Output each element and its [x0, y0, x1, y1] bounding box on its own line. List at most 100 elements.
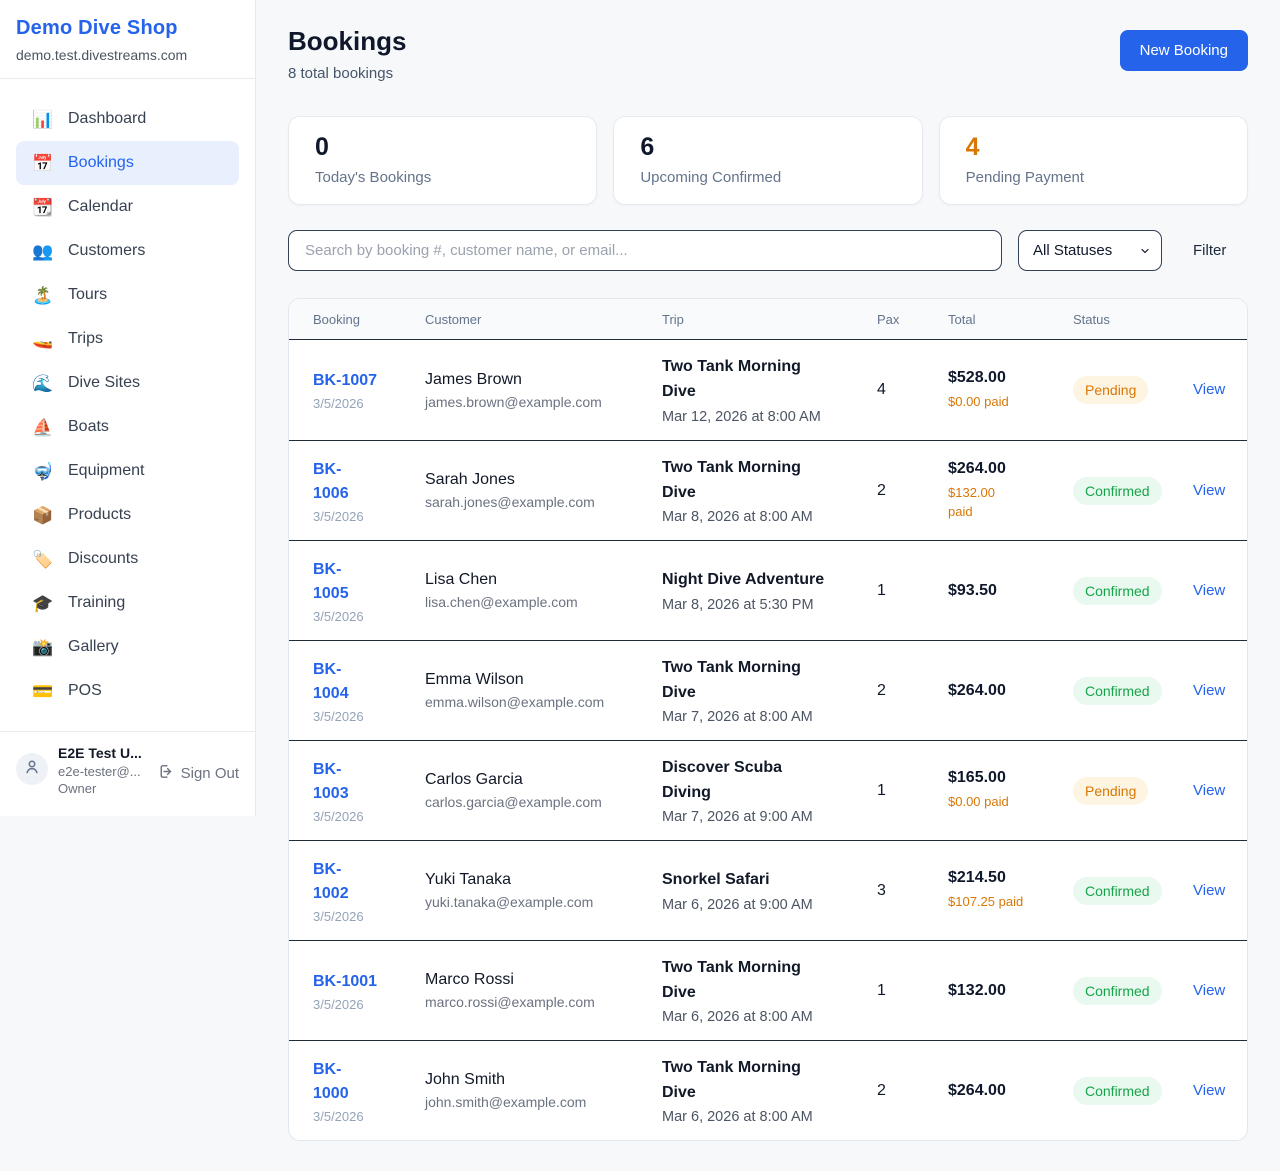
column-header-customer: Customer [425, 312, 662, 327]
sidebar-item-dive-sites[interactable]: 🌊 Dive Sites [16, 361, 239, 405]
table-row: BK- 1004 3/5/2026 Emma Wilson emma.wilso… [289, 640, 1247, 740]
speedboat-icon: 🚤 [32, 331, 52, 348]
sidebar-item-label: Trips [68, 330, 103, 348]
stat-card: 6 Upcoming Confirmed [613, 116, 922, 205]
view-link[interactable]: View [1193, 1082, 1225, 1099]
search-input[interactable] [288, 230, 1002, 271]
sign-out-button[interactable]: Sign Out [157, 763, 239, 784]
status-cell: Confirmed [1073, 577, 1193, 605]
table-row: BK-1007 3/5/2026 James Brown james.brown… [289, 340, 1247, 440]
actions-cell: View [1193, 782, 1225, 800]
sidebar-item-label: Tours [68, 286, 107, 304]
status-badge: Confirmed [1073, 677, 1162, 705]
sidebar-item-label: Boats [68, 418, 109, 436]
sidebar-item-label: Products [68, 506, 131, 524]
booking-date: 3/5/2026 [313, 809, 425, 824]
customer-cell: Sarah Jones sarah.jones@example.com [425, 471, 662, 510]
customer-email: john.smith@example.com [425, 1094, 662, 1110]
column-header-total: Total [948, 312, 1073, 327]
pax-count: 2 [877, 682, 948, 700]
sign-out-icon [157, 763, 174, 784]
customer-email: yuki.tanaka@example.com [425, 894, 662, 910]
customer-name: Carlos Garcia [425, 771, 662, 789]
customer-name: Emma Wilson [425, 671, 662, 689]
view-link[interactable]: View [1193, 882, 1225, 899]
booking-id-link[interactable]: BK- 1005 [313, 558, 349, 606]
sidebar-item-training[interactable]: 🎓 Training [16, 581, 239, 625]
booking-cell: BK-1001 3/5/2026 [313, 970, 425, 1012]
pax-count: 3 [877, 882, 948, 900]
trip-datetime: Mar 7, 2026 at 9:00 AM [662, 809, 877, 825]
sidebar-item-trips[interactable]: 🚤 Trips [16, 317, 239, 361]
view-link[interactable]: View [1193, 782, 1225, 799]
customer-name: Yuki Tanaka [425, 871, 662, 889]
actions-cell: View [1193, 682, 1225, 700]
people-icon: 👥 [32, 243, 52, 260]
booking-id-link[interactable]: BK- 1000 [313, 1058, 349, 1106]
sidebar-item-bookings[interactable]: 📅 Bookings [16, 141, 239, 185]
actions-cell: View [1193, 1082, 1225, 1100]
pax-count: 2 [877, 1082, 948, 1100]
sidebar-item-calendar[interactable]: 📆 Calendar [16, 185, 239, 229]
sidebar-item-tours[interactable]: 🏝️ Tours [16, 273, 239, 317]
sidebar-nav: 📊 Dashboard 📅 Bookings 📆 Calendar 👥 Cust… [0, 79, 255, 717]
pax-count: 2 [877, 482, 948, 500]
customer-email: lisa.chen@example.com [425, 594, 662, 610]
status-select[interactable]: All Statuses [1018, 230, 1162, 271]
sidebar-item-boats[interactable]: ⛵ Boats [16, 405, 239, 449]
booking-id-link[interactable]: BK- 1006 [313, 458, 349, 506]
sidebar-item-discounts[interactable]: 🏷️ Discounts [16, 537, 239, 581]
sidebar-item-customers[interactable]: 👥 Customers [16, 229, 239, 273]
page-title: Bookings [288, 26, 406, 57]
total-cell: $264.00 [948, 682, 1073, 700]
view-link[interactable]: View [1193, 982, 1225, 999]
table-header-row: Booking Customer Trip Pax Total Status [289, 299, 1247, 340]
booking-id-link[interactable]: BK- 1002 [313, 858, 349, 906]
booking-cell: BK- 1006 3/5/2026 [313, 458, 425, 524]
view-link[interactable]: View [1193, 482, 1225, 499]
trip-name: Snorkel Safari [662, 868, 877, 893]
trip-cell: Two Tank Morning Dive Mar 8, 2026 at 8:0… [662, 456, 877, 526]
stat-value: 4 [966, 133, 1221, 162]
sidebar-item-gallery[interactable]: 📸 Gallery [16, 625, 239, 669]
total-amount: $214.50 [948, 869, 1073, 887]
total-cell: $165.00 $0.00 paid [948, 769, 1073, 812]
sidebar-item-pos[interactable]: 💳 POS [16, 669, 239, 713]
page-header-text: Bookings 8 total bookings [288, 26, 406, 82]
sidebar-item-dashboard[interactable]: 📊 Dashboard [16, 97, 239, 141]
booking-id-link[interactable]: BK-1007 [313, 369, 377, 393]
booking-cell: BK-1007 3/5/2026 [313, 369, 425, 411]
trip-name: Two Tank Morning Dive [662, 656, 877, 706]
status-badge: Confirmed [1073, 577, 1162, 605]
view-link[interactable]: View [1193, 381, 1225, 398]
sidebar-item-label: POS [68, 682, 102, 700]
booking-id-link[interactable]: BK- 1003 [313, 758, 349, 806]
view-link[interactable]: View [1193, 682, 1225, 699]
pax-count: 1 [877, 782, 948, 800]
sidebar-item-label: Calendar [68, 198, 133, 216]
booking-date: 3/5/2026 [313, 609, 425, 624]
booking-id-link[interactable]: BK- 1004 [313, 658, 349, 706]
customer-cell: Lisa Chen lisa.chen@example.com [425, 571, 662, 610]
actions-cell: View [1193, 381, 1225, 399]
trip-datetime: Mar 6, 2026 at 8:00 AM [662, 1009, 877, 1025]
trip-name: Discover Scuba Diving [662, 756, 877, 806]
total-cell: $132.00 [948, 982, 1073, 1000]
person-icon [23, 758, 41, 781]
filter-button[interactable]: Filter [1193, 242, 1226, 259]
user-info: E2E Test U... e2e-tester@... Owner [58, 745, 147, 796]
booking-date: 3/5/2026 [313, 509, 425, 524]
sidebar-item-products[interactable]: 📦 Products [16, 493, 239, 537]
avatar [16, 753, 48, 785]
user-name: E2E Test U... [58, 745, 147, 761]
total-cell: $528.00 $0.00 paid [948, 369, 1073, 412]
booking-date: 3/5/2026 [313, 997, 425, 1012]
view-link[interactable]: View [1193, 582, 1225, 599]
booking-id-link[interactable]: BK-1001 [313, 970, 377, 994]
new-booking-button[interactable]: New Booking [1120, 30, 1248, 71]
trip-datetime: Mar 12, 2026 at 8:00 AM [662, 409, 877, 425]
customer-name: Sarah Jones [425, 471, 662, 489]
customer-name: John Smith [425, 1071, 662, 1089]
trip-cell: Two Tank Morning Dive Mar 6, 2026 at 8:0… [662, 956, 877, 1026]
sidebar-item-equipment[interactable]: 🤿 Equipment [16, 449, 239, 493]
